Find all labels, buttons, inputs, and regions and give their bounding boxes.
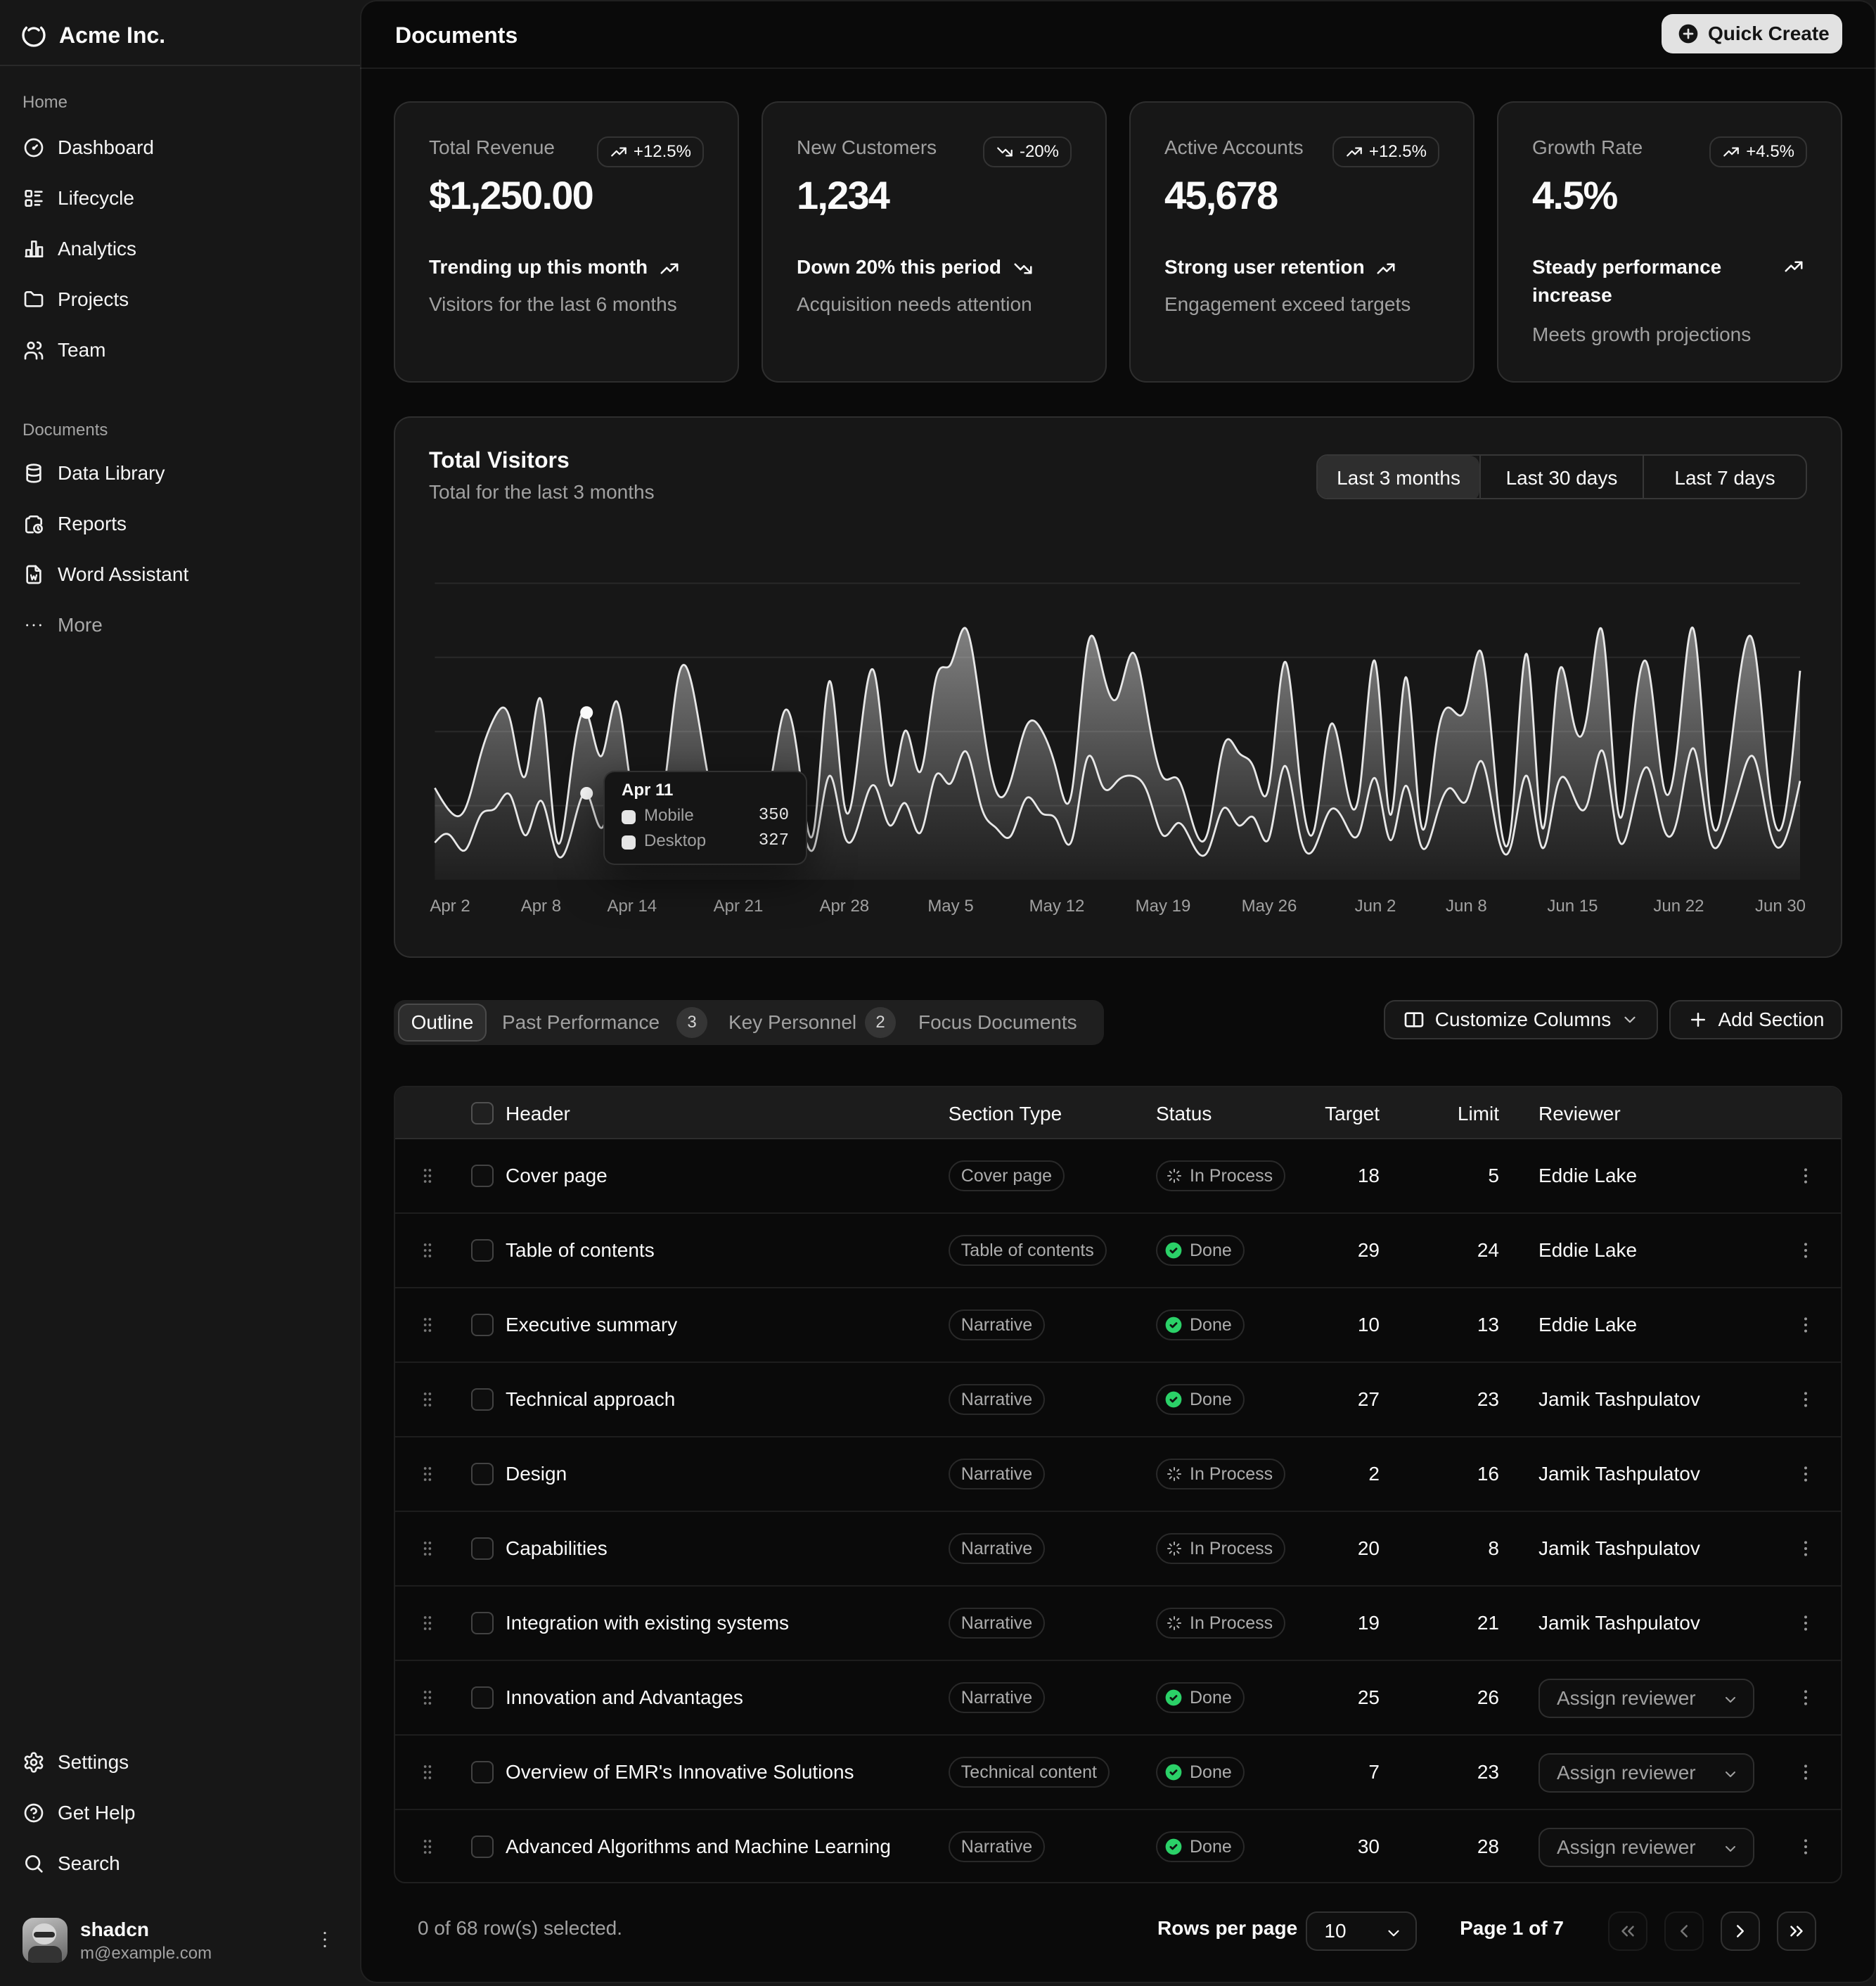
svg-text:Apr 28: Apr 28: [819, 897, 869, 916]
svg-text:Apr 2: Apr 2: [430, 897, 470, 916]
svg-text:Apr 21: Apr 21: [714, 897, 764, 916]
svg-text:May 5: May 5: [927, 897, 973, 916]
svg-text:May 12: May 12: [1029, 897, 1085, 916]
svg-text:May 26: May 26: [1242, 897, 1297, 916]
svg-text:Apr 8: Apr 8: [521, 897, 561, 916]
svg-text:Jun 2: Jun 2: [1355, 897, 1396, 916]
svg-text:May 19: May 19: [1136, 897, 1191, 916]
svg-text:Apr 14: Apr 14: [607, 897, 657, 916]
svg-text:Jun 8: Jun 8: [1446, 897, 1487, 916]
svg-text:Jun 22: Jun 22: [1653, 897, 1704, 916]
svg-text:Jun 30: Jun 30: [1755, 897, 1806, 916]
svg-text:Jun 15: Jun 15: [1547, 897, 1598, 916]
